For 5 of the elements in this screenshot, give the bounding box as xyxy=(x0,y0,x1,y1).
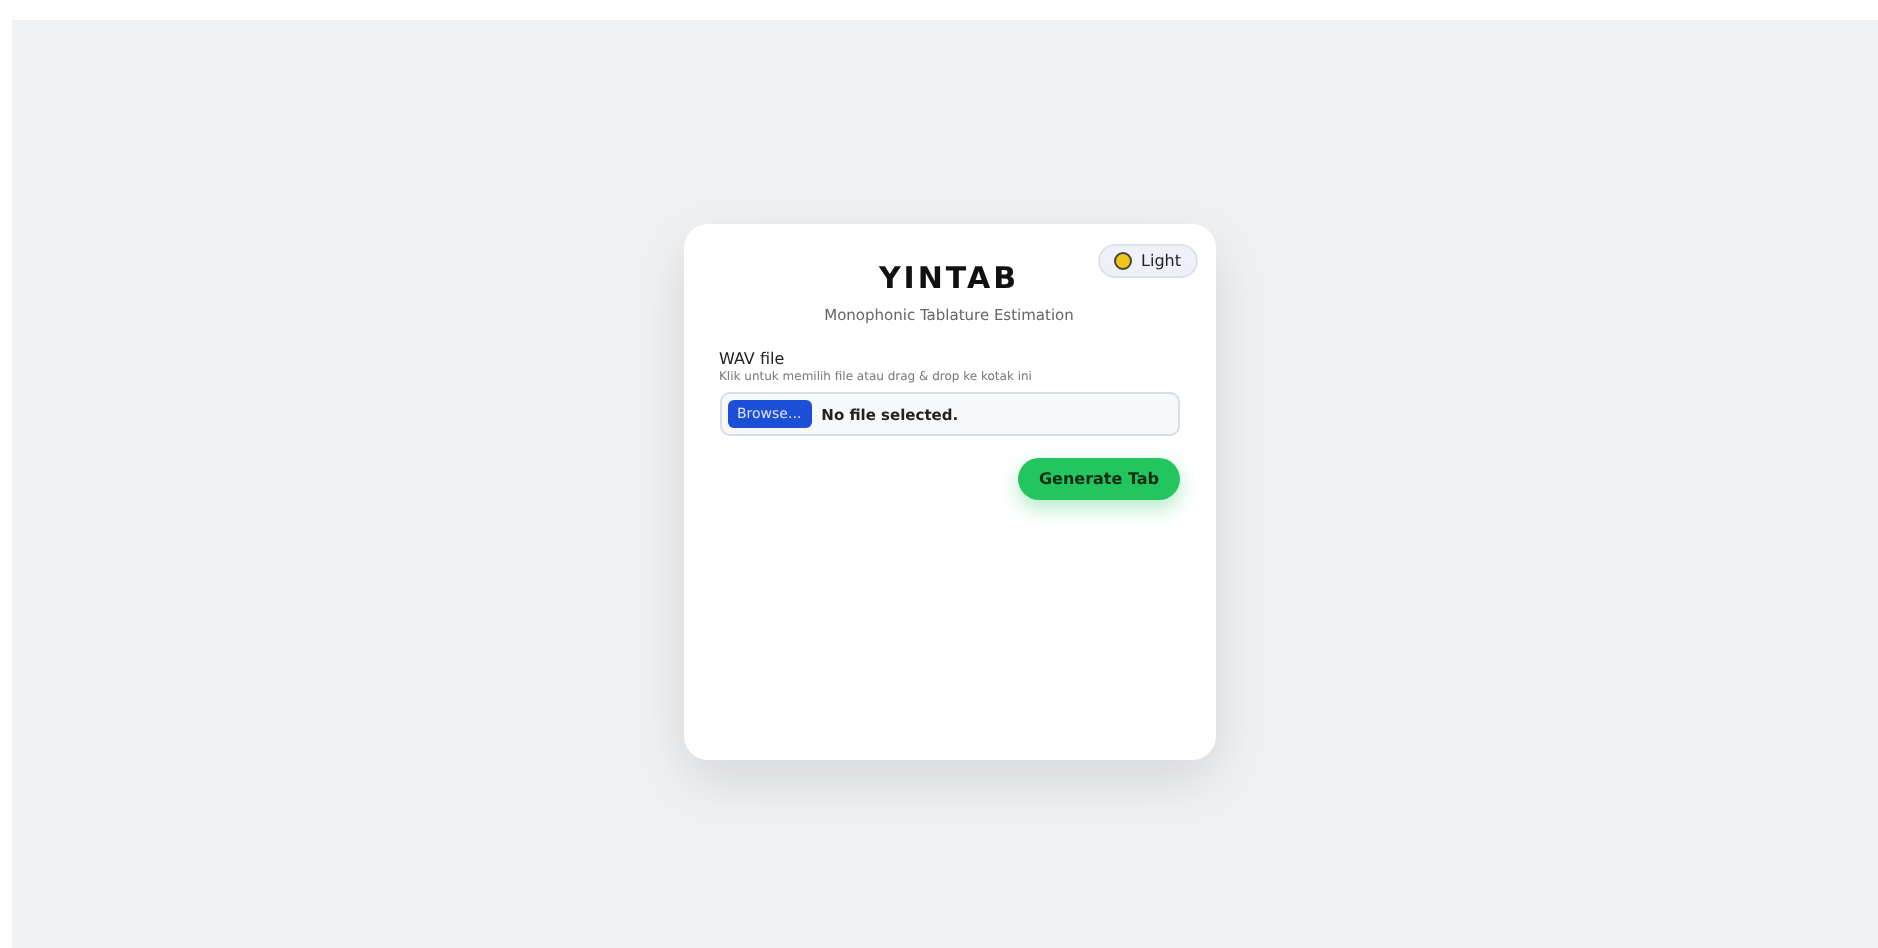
app-title: YINTAB xyxy=(878,260,1020,296)
theme-toggle[interactable]: Light xyxy=(1097,244,1197,278)
generate-button[interactable]: Generate Tab xyxy=(1018,458,1179,500)
sun-icon xyxy=(1113,252,1132,270)
field-label: WAV file xyxy=(719,350,787,368)
